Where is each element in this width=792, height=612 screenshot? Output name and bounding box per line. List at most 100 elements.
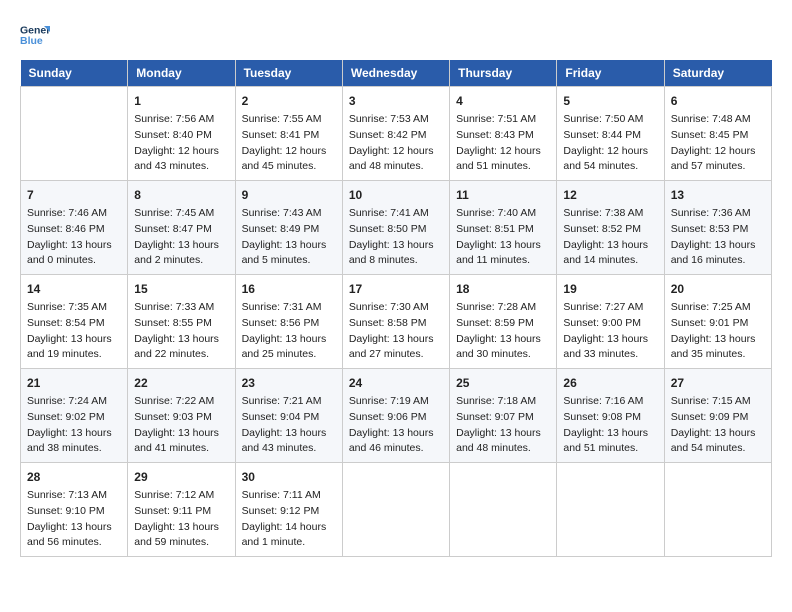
- calendar-cell: 21Sunrise: 7:24 AMSunset: 9:02 PMDayligh…: [21, 369, 128, 463]
- sunrise-text: Sunrise: 7:40 AM: [456, 206, 550, 222]
- calendar-cell: 30 Sunrise: 7:11 AMSunset: 9:12 PMDayligh…: [235, 463, 342, 557]
- day-number: 17: [349, 280, 443, 298]
- daylight-text: Daylight: 13 hours and 54 minutes.: [671, 426, 765, 458]
- calendar-cell: [450, 463, 557, 557]
- sunrise-text: Sunrise: 7:55 AM: [242, 112, 336, 128]
- sunrise-text: Sunrise: 7:11 AM: [242, 488, 336, 504]
- daylight-text: Daylight: 13 hours and 48 minutes.: [456, 426, 550, 458]
- sunrise-text: Sunrise: 7:21 AM: [242, 394, 336, 410]
- day-number: 4: [456, 92, 550, 110]
- calendar-cell: 17Sunrise: 7:30 AMSunset: 8:58 PMDayligh…: [342, 275, 449, 369]
- day-number: 24: [349, 374, 443, 392]
- sunset-text: Sunset: 9:03 PM: [134, 410, 228, 426]
- logo: General Blue: [20, 20, 54, 50]
- sunset-text: Sunset: 8:40 PM: [134, 128, 228, 144]
- sunset-text: Sunset: 8:59 PM: [456, 316, 550, 332]
- sunset-text: Sunset: 8:52 PM: [563, 222, 657, 238]
- sunset-text: Sunset: 8:58 PM: [349, 316, 443, 332]
- calendar-cell: 23Sunrise: 7:21 AMSunset: 9:04 PMDayligh…: [235, 369, 342, 463]
- daylight-text: Daylight: 13 hours and 46 minutes.: [349, 426, 443, 458]
- daylight-text: Daylight: 13 hours and 38 minutes.: [27, 426, 121, 458]
- day-number: 9: [242, 186, 336, 204]
- day-number: 11: [456, 186, 550, 204]
- day-number: 10: [349, 186, 443, 204]
- sunset-text: Sunset: 9:06 PM: [349, 410, 443, 426]
- daylight-text: Daylight: 13 hours and 51 minutes.: [563, 426, 657, 458]
- sunrise-text: Sunrise: 7:31 AM: [242, 300, 336, 316]
- calendar-cell: 10Sunrise: 7:41 AMSunset: 8:50 PMDayligh…: [342, 181, 449, 275]
- daylight-text: Daylight: 12 hours and 45 minutes.: [242, 144, 336, 176]
- sunset-text: Sunset: 8:46 PM: [27, 222, 121, 238]
- day-number: 5: [563, 92, 657, 110]
- day-number: 29: [134, 468, 228, 486]
- calendar-cell: 7Sunrise: 7:46 AMSunset: 8:46 PMDaylight…: [21, 181, 128, 275]
- sunset-text: Sunset: 9:12 PM: [242, 504, 336, 520]
- sunrise-text: Sunrise: 7:16 AM: [563, 394, 657, 410]
- sunrise-text: Sunrise: 7:22 AM: [134, 394, 228, 410]
- svg-text:Blue: Blue: [20, 35, 43, 47]
- page-header: General Blue: [20, 20, 772, 50]
- day-number: 22: [134, 374, 228, 392]
- calendar-cell: 3Sunrise: 7:53 AMSunset: 8:42 PMDaylight…: [342, 87, 449, 181]
- daylight-text: Daylight: 12 hours and 51 minutes.: [456, 144, 550, 176]
- day-number: 3: [349, 92, 443, 110]
- daylight-text: Daylight: 12 hours and 43 minutes.: [134, 144, 228, 176]
- day-number: 6: [671, 92, 765, 110]
- sunrise-text: Sunrise: 7:25 AM: [671, 300, 765, 316]
- calendar-cell: 6Sunrise: 7:48 AMSunset: 8:45 PMDaylight…: [664, 87, 771, 181]
- col-header-thursday: Thursday: [450, 60, 557, 87]
- sunset-text: Sunset: 9:04 PM: [242, 410, 336, 426]
- calendar-cell: 16Sunrise: 7:31 AMSunset: 8:56 PMDayligh…: [235, 275, 342, 369]
- calendar-cell: 20Sunrise: 7:25 AMSunset: 9:01 PMDayligh…: [664, 275, 771, 369]
- day-number: 12: [563, 186, 657, 204]
- calendar-table: SundayMondayTuesdayWednesdayThursdayFrid…: [20, 60, 772, 557]
- daylight-text: Daylight: 14 hours and 1 minute.: [242, 520, 336, 552]
- sunset-text: Sunset: 9:08 PM: [563, 410, 657, 426]
- daylight-text: Daylight: 13 hours and 33 minutes.: [563, 332, 657, 364]
- daylight-text: Daylight: 13 hours and 56 minutes.: [27, 520, 121, 552]
- sunrise-text: Sunrise: 7:45 AM: [134, 206, 228, 222]
- calendar-cell: 18Sunrise: 7:28 AMSunset: 8:59 PMDayligh…: [450, 275, 557, 369]
- sunset-text: Sunset: 8:43 PM: [456, 128, 550, 144]
- daylight-text: Daylight: 13 hours and 16 minutes.: [671, 238, 765, 270]
- day-number: 27: [671, 374, 765, 392]
- sunset-text: Sunset: 8:54 PM: [27, 316, 121, 332]
- day-number: 8: [134, 186, 228, 204]
- calendar-cell: 14Sunrise: 7:35 AMSunset: 8:54 PMDayligh…: [21, 275, 128, 369]
- daylight-text: Daylight: 13 hours and 0 minutes.: [27, 238, 121, 270]
- col-header-tuesday: Tuesday: [235, 60, 342, 87]
- calendar-cell: 29Sunrise: 7:12 AMSunset: 9:11 PMDayligh…: [128, 463, 235, 557]
- col-header-friday: Friday: [557, 60, 664, 87]
- day-number: 16: [242, 280, 336, 298]
- calendar-cell: [557, 463, 664, 557]
- daylight-text: Daylight: 13 hours and 19 minutes.: [27, 332, 121, 364]
- calendar-cell: 24Sunrise: 7:19 AMSunset: 9:06 PMDayligh…: [342, 369, 449, 463]
- day-number: 26: [563, 374, 657, 392]
- daylight-text: Daylight: 13 hours and 25 minutes.: [242, 332, 336, 364]
- sunset-text: Sunset: 8:42 PM: [349, 128, 443, 144]
- logo-icon: General Blue: [20, 20, 50, 50]
- daylight-text: Daylight: 13 hours and 41 minutes.: [134, 426, 228, 458]
- sunset-text: Sunset: 8:51 PM: [456, 222, 550, 238]
- sunset-text: Sunset: 9:10 PM: [27, 504, 121, 520]
- sunrise-text: Sunrise: 7:48 AM: [671, 112, 765, 128]
- sunrise-text: Sunrise: 7:35 AM: [27, 300, 121, 316]
- daylight-text: Daylight: 13 hours and 5 minutes.: [242, 238, 336, 270]
- sunrise-text: Sunrise: 7:50 AM: [563, 112, 657, 128]
- sunrise-text: Sunrise: 7:15 AM: [671, 394, 765, 410]
- sunrise-text: Sunrise: 7:13 AM: [27, 488, 121, 504]
- col-header-saturday: Saturday: [664, 60, 771, 87]
- day-number: 19: [563, 280, 657, 298]
- calendar-cell: 8Sunrise: 7:45 AMSunset: 8:47 PMDaylight…: [128, 181, 235, 275]
- calendar-cell: 15Sunrise: 7:33 AMSunset: 8:55 PMDayligh…: [128, 275, 235, 369]
- day-number: 20: [671, 280, 765, 298]
- sunrise-text: Sunrise: 7:46 AM: [27, 206, 121, 222]
- sunset-text: Sunset: 9:02 PM: [27, 410, 121, 426]
- day-number: 2: [242, 92, 336, 110]
- sunrise-text: Sunrise: 7:28 AM: [456, 300, 550, 316]
- calendar-cell: 4Sunrise: 7:51 AMSunset: 8:43 PMDaylight…: [450, 87, 557, 181]
- calendar-cell: 22 Sunrise: 7:22 AMSunset: 9:03 PMDayligh…: [128, 369, 235, 463]
- sunrise-text: Sunrise: 7:43 AM: [242, 206, 336, 222]
- day-number: 30: [242, 468, 336, 486]
- sunset-text: Sunset: 9:01 PM: [671, 316, 765, 332]
